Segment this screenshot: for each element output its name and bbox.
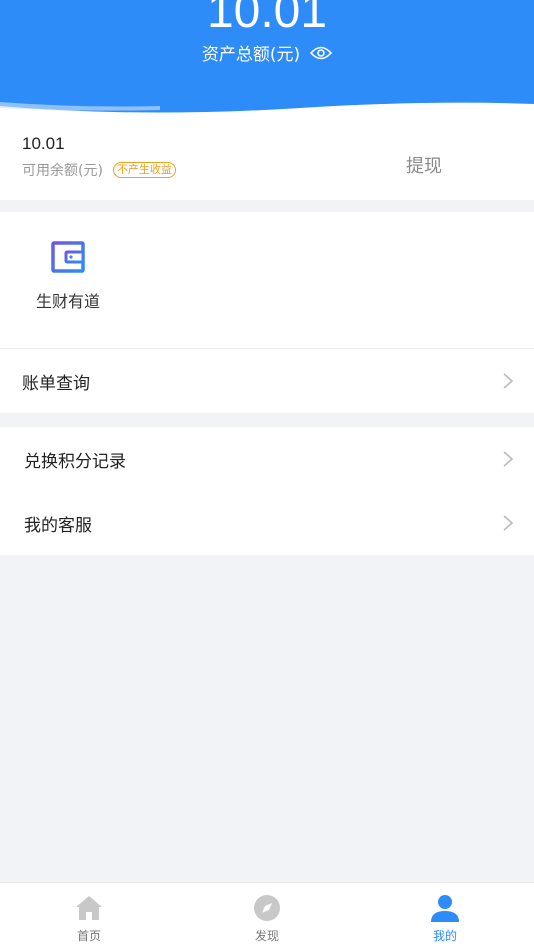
user-icon — [431, 895, 459, 922]
no-yield-badge: 不产生收益 — [112, 162, 176, 178]
tab-home[interactable]: 首页 — [0, 883, 178, 950]
total-assets-label: 资产总额(元) — [201, 45, 301, 65]
tab-mine-label: 我的 — [432, 929, 457, 943]
total-assets-label-row: 资产总额(元) — [0, 40, 534, 65]
assets-header: 10.01 资产总额(元) — [0, 0, 534, 118]
balance-card: 10.01 可用余额(元) 不产生收益 提现 — [0, 118, 534, 200]
available-balance-amount: 10.01 — [22, 134, 65, 153]
wallet-icon — [51, 241, 85, 273]
chevron-right-icon — [503, 373, 514, 389]
tab-discover[interactable]: 发现 — [178, 883, 356, 950]
chevron-right-icon — [503, 515, 514, 531]
feature-item-wealth[interactable]: 生财有道 — [26, 240, 110, 312]
customer-service-label: 我的客服 — [24, 515, 92, 536]
withdraw-button[interactable]: 提现 — [406, 152, 442, 178]
header-wave — [0, 102, 534, 118]
feature-label: 生财有道 — [35, 292, 100, 311]
available-balance-label: 可用余额(元) — [22, 163, 103, 179]
chevron-right-icon — [503, 451, 514, 467]
tab-mine[interactable]: 我的 — [356, 883, 534, 950]
total-assets-amount: 10.01 — [206, 0, 328, 38]
bill-query-row[interactable]: 账单查询 — [0, 349, 534, 413]
points-record-row[interactable]: 兑换积分记录 — [0, 427, 534, 491]
compass-icon — [254, 895, 280, 921]
home-icon — [76, 896, 102, 920]
bill-query-label: 账单查询 — [22, 373, 90, 394]
bottom-tabbar: 首页 发现 我的 — [0, 882, 534, 950]
tab-home-label: 首页 — [76, 929, 101, 943]
balance-label-row: 可用余额(元) 不产生收益 — [22, 160, 176, 180]
feature-card: 生财有道 — [0, 212, 534, 349]
tab-discover-label: 发现 — [254, 929, 279, 943]
customer-service-row[interactable]: 我的客服 — [0, 491, 534, 555]
eye-icon[interactable] — [310, 45, 333, 61]
points-record-label: 兑换积分记录 — [24, 451, 126, 472]
